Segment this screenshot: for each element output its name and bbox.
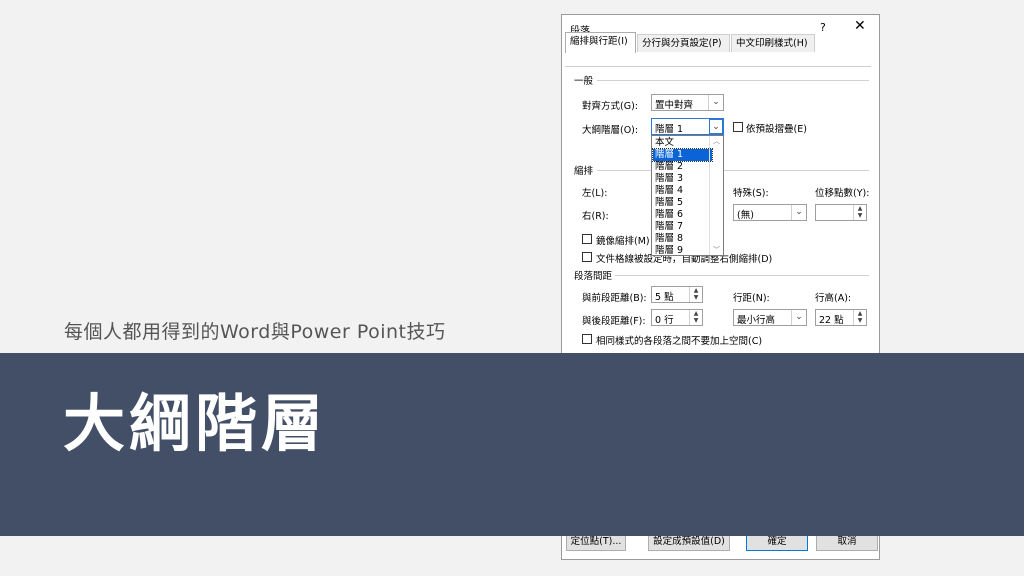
- collapse-label: 依預設摺疊(E): [746, 124, 807, 135]
- chevron-down-icon: ⌄: [791, 310, 806, 325]
- tab-indents-spacing[interactable]: 縮排與行距(I): [565, 32, 636, 53]
- space-before-label: 與前段距離(B):: [582, 293, 647, 304]
- outline-level-dropdown[interactable]: 本文 階層 1 階層 2 階層 3 階層 4 階層 5 階層 6 階層 7 階層…: [651, 135, 724, 256]
- alignment-value: 置中對齊: [655, 100, 694, 111]
- list-item[interactable]: 階層 6: [653, 209, 712, 221]
- line-spacing-label: 行距(N):: [733, 293, 770, 304]
- indent-by-label: 位移點數(Y):: [815, 188, 870, 199]
- list-item[interactable]: 階層 8: [653, 233, 712, 245]
- list-item[interactable]: 階層 2: [653, 161, 712, 173]
- chevron-down-icon: ⌄: [791, 205, 806, 220]
- line-spacing-select[interactable]: 最小行高 ⌄: [733, 309, 807, 326]
- tab-divider: [565, 66, 871, 67]
- section-spacing: 段落間距: [574, 271, 613, 282]
- dropdown-scrollbar[interactable]: ︿ ﹀: [709, 136, 723, 255]
- chevron-down-icon: ⌄: [708, 95, 723, 110]
- list-item[interactable]: 階層 3: [653, 173, 712, 185]
- close-icon[interactable]: ✕: [854, 18, 866, 34]
- no-space-same-style-checkbox[interactable]: [582, 334, 592, 344]
- list-item[interactable]: 階層 4: [653, 185, 712, 197]
- tab-line-page-breaks[interactable]: 分行與分頁設定(P): [637, 34, 730, 52]
- list-item[interactable]: 階層 9: [653, 245, 712, 257]
- slide-title: 大綱階層: [63, 387, 328, 460]
- mirror-indents-checkbox[interactable]: [582, 234, 592, 244]
- list-item[interactable]: 階層 7: [653, 221, 712, 233]
- title-banner: 大綱階層: [0, 353, 1024, 536]
- chevron-down-icon[interactable]: ⌄: [709, 119, 723, 134]
- at-label: 行高(A):: [815, 293, 852, 304]
- list-item[interactable]: 階層 5: [653, 197, 712, 209]
- spin-arrows-icon[interactable]: ▲ ▼: [853, 205, 866, 220]
- space-after-value: 0 行: [655, 315, 674, 326]
- tab-asian-typography[interactable]: 中文印刷樣式(H): [731, 34, 815, 52]
- outline-level-label: 大綱階層(O):: [582, 125, 639, 136]
- section-general: 一般: [574, 76, 594, 87]
- section-divider: [597, 170, 869, 171]
- section-divider: [615, 275, 869, 276]
- indent-by-stepper[interactable]: ▲ ▼: [815, 204, 867, 221]
- spin-arrows-icon[interactable]: ▲ ▼: [853, 310, 866, 325]
- no-space-same-style-label: 相同樣式的各段落之間不要加上空間(C): [596, 336, 763, 347]
- alignment-select[interactable]: 置中對齊 ⌄: [651, 94, 724, 111]
- special-value: (無): [737, 210, 754, 221]
- space-before-stepper[interactable]: 5 點 ▲ ▼: [651, 286, 703, 303]
- section-divider: [597, 80, 869, 81]
- scroll-down-icon[interactable]: ﹀: [710, 245, 723, 255]
- special-label: 特殊(S):: [733, 188, 769, 199]
- list-item[interactable]: 本文: [653, 137, 712, 149]
- indent-left-label: 左(L):: [582, 188, 608, 199]
- outline-level-value: 階層 1: [655, 124, 684, 135]
- collapse-checkbox[interactable]: [733, 122, 743, 132]
- line-spacing-value: 最小行高: [737, 315, 776, 326]
- scroll-up-icon[interactable]: ︿: [710, 136, 723, 146]
- indent-right-label: 右(R):: [582, 211, 609, 222]
- auto-adjust-indent-checkbox[interactable]: [582, 252, 592, 262]
- at-stepper[interactable]: 22 點 ▲ ▼: [815, 309, 867, 326]
- space-before-value: 5 點: [655, 292, 674, 303]
- alignment-label: 對齊方式(G):: [582, 101, 638, 112]
- section-indentation: 縮排: [574, 166, 594, 177]
- outline-level-select[interactable]: 階層 1 ⌄: [651, 118, 724, 135]
- space-after-label: 與後段距離(F):: [582, 316, 646, 327]
- space-after-stepper[interactable]: 0 行 ▲ ▼: [651, 309, 703, 326]
- spin-arrows-icon[interactable]: ▲ ▼: [689, 287, 702, 302]
- slide-subtitle: 每個人都用得到的Word與Power Point技巧: [64, 321, 446, 343]
- help-icon[interactable]: ?: [820, 21, 826, 34]
- list-item-selected[interactable]: 階層 1: [652, 148, 713, 162]
- spin-arrows-icon[interactable]: ▲ ▼: [689, 310, 702, 325]
- mirror-indents-label: 鏡像縮排(M): [596, 236, 650, 247]
- at-value: 22 點: [819, 315, 844, 326]
- special-select[interactable]: (無) ⌄: [733, 204, 807, 221]
